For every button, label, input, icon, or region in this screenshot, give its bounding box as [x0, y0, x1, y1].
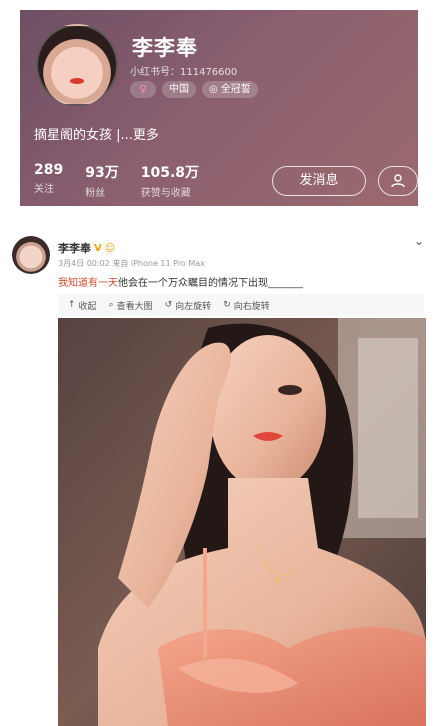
badge-label: 全冠誓 — [220, 84, 251, 95]
post-text: 我知道有一天他会在一个万众瞩目的情况下出现_______ — [58, 274, 303, 289]
profile-stats: 289 关注 93万 粉丝 105.8万 获赞与收藏 — [34, 162, 199, 199]
rotate-right-button[interactable]: ↻ 向右旋转 — [223, 299, 270, 312]
badge-tag: ◎ 全冠誓 — [202, 81, 258, 98]
post-author[interactable]: 李李奉 V ☺ — [58, 240, 115, 256]
emoji-icon: ☺ — [104, 242, 116, 254]
rotate-right-icon: ↻ — [223, 300, 231, 310]
stat-following[interactable]: 289 关注 — [34, 162, 63, 199]
collapse-label: 收起 — [78, 301, 97, 312]
zoom-icon: ⌕ — [108, 300, 114, 310]
portrait-illustration — [58, 318, 426, 726]
female-icon: ♀ — [130, 81, 156, 98]
profile-tags: ♀ 中国 ◎ 全冠誓 — [130, 81, 258, 98]
image-toolbar: ↑ 收起 ⌕ 查看大图 ↺ 向左旋转 ↻ 向右旋转 — [58, 294, 424, 316]
profile-avatar[interactable] — [36, 24, 118, 106]
stat-likes[interactable]: 105.8万 获赞与收藏 — [141, 162, 199, 199]
post-text-highlight: 我知道有一天 — [58, 278, 118, 289]
collapse-icon: ↑ — [68, 300, 76, 310]
rotate-left-icon: ↺ — [164, 300, 173, 310]
stat-followers[interactable]: 93万 粉丝 — [85, 162, 118, 199]
profile-name: 李李奉 — [132, 36, 198, 60]
stat-value: 105.8万 — [140, 165, 200, 181]
user-icon — [391, 174, 405, 188]
post-text-rest: 他会在一个万众瞩目的情况下出现_______ — [118, 278, 303, 289]
stat-label: 关注 — [34, 184, 54, 195]
view-large-button[interactable]: ⌕ 查看大图 — [109, 299, 153, 312]
stat-label: 获赞与收藏 — [140, 188, 191, 199]
post-author-name: 李李奉 — [58, 242, 91, 255]
rotate-left-label: 向左旋转 — [175, 301, 212, 312]
collapse-button[interactable]: ↑ 收起 — [68, 299, 97, 312]
profile-bio[interactable]: 摘星阁的女孩 |...更多 — [34, 124, 159, 143]
stat-value: 289 — [34, 162, 64, 178]
red-id: 小红书号：111476600 — [130, 67, 238, 78]
follow-button[interactable] — [378, 166, 418, 196]
post-author-avatar[interactable] — [12, 236, 50, 274]
stat-value: 93万 — [85, 165, 119, 181]
chevron-down-icon[interactable]: ⌄ — [414, 234, 424, 248]
stat-label: 粉丝 — [85, 188, 106, 199]
send-message-button[interactable]: 发消息 — [272, 166, 366, 196]
post-photo[interactable] — [58, 318, 426, 726]
verified-icon: V — [94, 242, 102, 254]
post-meta: 3月4日 00:02 来自 iPhone 11 Pro Max — [58, 259, 205, 268]
badge-icon: ◎ — [209, 84, 218, 95]
xhs-profile-card: 李李奉 小红书号：111476600 ♀ 中国 ◎ 全冠誓 摘星阁的女孩 |..… — [20, 10, 418, 206]
rotate-right-label: 向右旋转 — [233, 301, 270, 312]
view-large-label: 查看大图 — [116, 301, 153, 312]
rotate-left-button[interactable]: ↺ 向左旋转 — [165, 299, 212, 312]
location-tag: 中国 — [162, 81, 196, 98]
